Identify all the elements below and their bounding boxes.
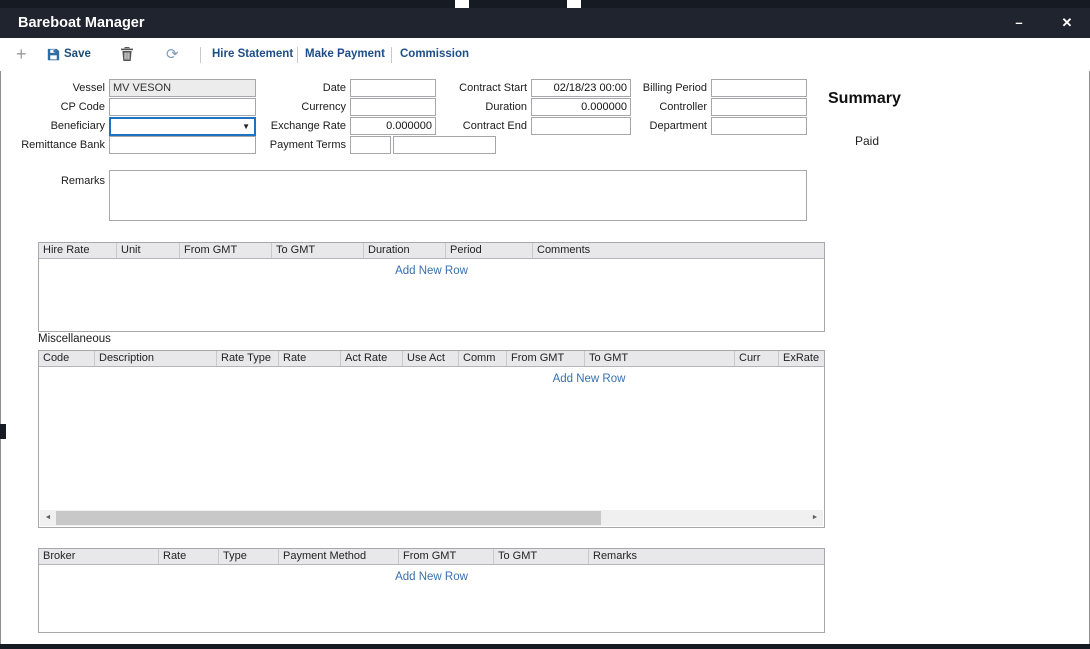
remarks-label: Remarks	[0, 172, 105, 190]
beneficiary-dropdown[interactable]: ▼	[109, 117, 256, 136]
column-header: Broker	[39, 549, 159, 564]
column-header: Use Act	[403, 351, 459, 366]
column-header: Hire Rate	[39, 243, 117, 258]
column-header: From GMT	[507, 351, 585, 366]
column-header: Unit	[117, 243, 180, 258]
column-header: ExRate	[779, 351, 825, 366]
remittance-bank-label: Remittance Bank	[0, 136, 105, 154]
contract-start-field[interactable]	[531, 79, 631, 97]
column-header: Period	[446, 243, 533, 258]
background-artifact	[0, 424, 6, 439]
column-header: Code	[39, 351, 95, 366]
controller-label: Controller	[628, 98, 707, 116]
contract-end-field[interactable]	[531, 117, 631, 135]
column-header: Type	[219, 549, 279, 564]
date-field[interactable]	[350, 79, 436, 97]
payment-terms-field-2[interactable]	[393, 136, 496, 154]
vessel-field[interactable]	[109, 79, 256, 97]
column-header: Rate Type	[217, 351, 279, 366]
controller-field[interactable]	[711, 98, 807, 116]
scroll-right-button[interactable]: ►	[807, 510, 823, 526]
currency-field[interactable]	[350, 98, 436, 116]
column-header: From GMT	[399, 549, 494, 564]
remarks-field[interactable]	[109, 170, 807, 221]
column-header: Rate	[279, 351, 341, 366]
paid-label: Paid	[855, 134, 879, 148]
column-header: Act Rate	[341, 351, 403, 366]
column-header: Remarks	[589, 549, 824, 564]
hire-statement-button[interactable]: Hire Statement	[212, 48, 293, 60]
bottom-window-strip	[0, 644, 1090, 649]
column-header: Description	[95, 351, 217, 366]
billing-period-label: Billing Period	[628, 79, 707, 97]
toolbar-separator	[391, 47, 392, 63]
contract-start-label: Contract Start	[430, 79, 527, 97]
broker-add-new-row-link[interactable]: Add New Row	[39, 571, 824, 583]
column-header: To GMT	[585, 351, 735, 366]
hire-rate-table: Hire Rate Unit From GMT To GMT Duration …	[38, 242, 825, 332]
beneficiary-label: Beneficiary	[0, 117, 105, 135]
window-titlebar: Bareboat Manager – ✕	[0, 8, 1090, 38]
department-label: Department	[628, 117, 707, 135]
misc-horizontal-scrollbar[interactable]: ◄ ►	[40, 510, 823, 526]
column-header: Comm	[459, 351, 507, 366]
save-button[interactable]: Save	[64, 48, 91, 60]
contract-end-label: Contract End	[430, 117, 527, 135]
department-field[interactable]	[711, 117, 807, 135]
summary-title: Summary	[828, 90, 901, 108]
miscellaneous-title: Miscellaneous	[38, 333, 111, 345]
window-title: Bareboat Manager	[18, 8, 145, 38]
column-header: Duration	[364, 243, 446, 258]
payment-terms-field-1[interactable]	[350, 136, 391, 154]
add-icon[interactable]: +	[16, 44, 27, 65]
commission-button[interactable]: Commission	[400, 48, 469, 60]
exchange-rate-field[interactable]	[350, 117, 436, 135]
miscellaneous-table-header: Code Description Rate Type Rate Act Rate…	[39, 351, 825, 367]
scrollbar-thumb[interactable]	[56, 511, 601, 525]
column-header: To GMT	[272, 243, 364, 258]
background-tabs-strip	[0, 0, 1090, 8]
column-header: Payment Method	[279, 549, 399, 564]
make-payment-button[interactable]: Make Payment	[305, 48, 385, 60]
remittance-bank-field[interactable]	[109, 136, 256, 154]
tab-gap	[455, 0, 469, 8]
duration-label: Duration	[430, 98, 527, 116]
column-header: To GMT	[494, 549, 589, 564]
cp-code-field[interactable]	[109, 98, 256, 116]
column-header: Rate	[159, 549, 219, 564]
cp-code-label: CP Code	[0, 98, 105, 116]
minimize-button[interactable]: –	[1002, 8, 1036, 38]
miscellaneous-table: Code Description Rate Type Rate Act Rate…	[38, 350, 825, 528]
close-button[interactable]: ✕	[1050, 8, 1084, 38]
toolbar-separator	[297, 47, 298, 63]
column-header: Comments	[533, 243, 824, 258]
bareboat-manager-window: Bareboat Manager – ✕ + Save ⟳ Hire State…	[0, 0, 1090, 649]
toolbar-separator	[200, 47, 201, 63]
delete-icon[interactable]	[121, 47, 133, 66]
scroll-left-button[interactable]: ◄	[40, 510, 56, 526]
broker-table-header: Broker Rate Type Payment Method From GMT…	[39, 549, 824, 565]
column-header: Curr	[735, 351, 779, 366]
duration-field[interactable]	[531, 98, 631, 116]
misc-add-new-row-link[interactable]: Add New Row	[39, 373, 825, 385]
tab-gap	[567, 0, 581, 8]
hire-add-new-row-link[interactable]: Add New Row	[39, 265, 824, 277]
column-header: From GMT	[180, 243, 272, 258]
broker-table: Broker Rate Type Payment Method From GMT…	[38, 548, 825, 633]
hire-rate-table-header: Hire Rate Unit From GMT To GMT Duration …	[39, 243, 824, 259]
save-icon[interactable]	[47, 48, 60, 66]
refresh-icon[interactable]: ⟳	[166, 45, 179, 63]
billing-period-field[interactable]	[711, 79, 807, 97]
vessel-label: Vessel	[0, 79, 105, 97]
toolbar: + Save ⟳ Hire Statement Make Payment Com…	[0, 38, 1090, 71]
dropdown-arrow-icon: ▼	[242, 122, 250, 131]
